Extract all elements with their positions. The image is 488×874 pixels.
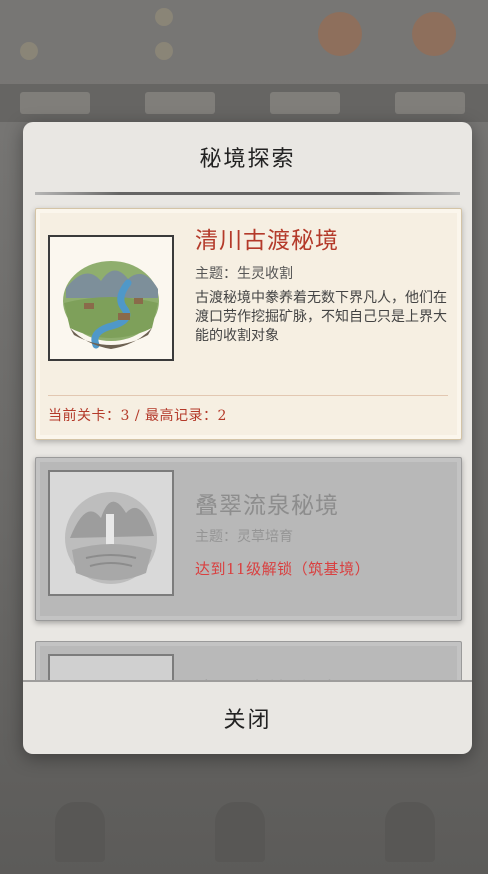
- realm-unlock-requirement: 达到11级解锁（筑基境）: [195, 560, 371, 578]
- realm-thumbnail: [48, 654, 174, 680]
- background-tab: [395, 92, 465, 114]
- realm-name: 清川古渡秘境: [195, 228, 339, 254]
- realm-name: 叠翠流泉秘境: [195, 493, 339, 519]
- secret-realm-modal: 秘境探索 清川古渡秘境 主题：生灵收割 古渡秘境中豢养着无数下界凡人，他们在渡口…: [23, 122, 472, 754]
- background-tab: [145, 92, 215, 114]
- realm-card-diecui[interactable]: 叠翠流泉秘境 主题：灵草培育 达到11级解锁（筑基境）: [35, 457, 462, 621]
- background-resource-icon: [155, 42, 173, 60]
- background-figure: [385, 802, 435, 862]
- mountain-landscape-icon: [56, 659, 166, 680]
- background-orb-icon: [318, 12, 362, 56]
- background-figure: [55, 802, 105, 862]
- realm-card-qingchuan[interactable]: 清川古渡秘境 主题：生灵收割 古渡秘境中豢养着无数下界凡人，他们在渡口劳作挖掘矿…: [35, 208, 462, 440]
- waterfall-landscape-icon: [65, 492, 157, 584]
- close-button[interactable]: 关闭: [23, 682, 472, 754]
- header-divider: [35, 192, 460, 195]
- background-orb-icon: [412, 12, 456, 56]
- background-resource-icon: [155, 8, 173, 26]
- card-divider: [48, 395, 448, 396]
- background-resource-icon: [20, 42, 38, 60]
- realm-theme: 主题：生灵收割: [195, 266, 293, 282]
- river-landscape-icon: [63, 261, 159, 349]
- realm-theme: 主题：灵草培育: [195, 529, 293, 545]
- realm-name: 寒玉冰峰秘境: [195, 672, 339, 680]
- realm-thumbnail: [48, 235, 174, 361]
- modal-title: 秘境探索: [199, 147, 296, 172]
- realm-thumbnail: [48, 470, 174, 596]
- background-figure: [215, 802, 265, 862]
- realm-description: 古渡秘境中豢养着无数下界凡人，他们在渡口劳作挖掘矿脉，不知自己只是上界大能的收割…: [195, 290, 447, 344]
- realm-card-hanyu[interactable]: 寒玉冰峰秘境: [35, 641, 462, 680]
- background-tab: [20, 92, 90, 114]
- background-tab: [270, 92, 340, 114]
- realm-progress: 当前关卡：3 / 最高记录：2: [48, 408, 227, 424]
- realm-list[interactable]: 清川古渡秘境 主题：生灵收割 古渡秘境中豢养着无数下界凡人，他们在渡口劳作挖掘矿…: [23, 200, 472, 680]
